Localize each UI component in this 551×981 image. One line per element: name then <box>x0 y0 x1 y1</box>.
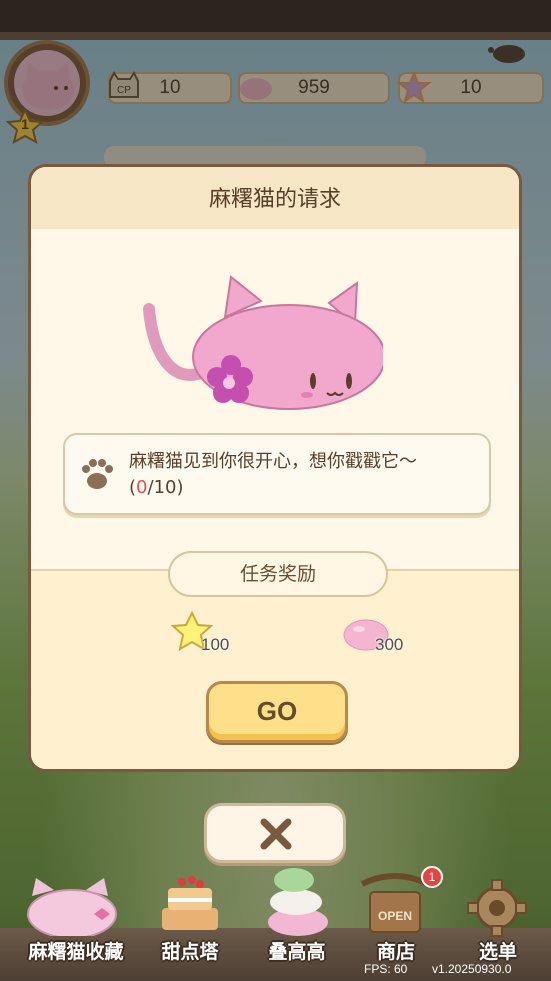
progress-close: ) <box>176 477 184 498</box>
request-dialog: 麻糬猫的请求 麻糬猫见到你很开心，想你戳戳它～ (0/10) 任务奖励 100 … <box>28 164 522 772</box>
go-button[interactable]: GO <box>206 681 348 743</box>
close-button[interactable] <box>204 803 346 863</box>
quest-card: 麻糬猫见到你很开心，想你戳戳它～ (0/10) <box>63 433 491 515</box>
shop-notification-badge: 1 <box>421 866 443 888</box>
reward-star-amount: 100 <box>201 635 230 654</box>
dialog-body: 麻糬猫见到你很开心，想你戳戳它～ (0/10) <box>31 229 519 569</box>
version-label: v1.20250930.0 <box>432 962 512 976</box>
progress-open: ( <box>129 477 137 498</box>
fps-counter: FPS: 60 <box>364 962 408 976</box>
dialog-title: 麻糬猫的请求 <box>208 187 341 212</box>
close-icon <box>260 818 292 850</box>
paw-icon <box>82 459 113 489</box>
sakura-cat-illustration[interactable] <box>143 265 383 413</box>
progress-total: 10 <box>153 477 177 498</box>
reward-star: 100 <box>170 610 261 657</box>
cake-tower-icon[interactable] <box>152 868 228 936</box>
nav-label-cake-tower[interactable]: 甜点塔 <box>130 937 250 964</box>
reward-mochi-amount: 300 <box>375 635 404 654</box>
svg-text:OPEN: OPEN <box>378 909 412 923</box>
gear-icon[interactable] <box>466 878 528 938</box>
progress-current: 0 <box>136 477 148 498</box>
stacked-cats-icon[interactable] <box>262 862 332 938</box>
reward-mochi: 300 <box>343 611 433 657</box>
nav-label-menu[interactable]: 选单 <box>438 937 551 964</box>
quest-description: 麻糬猫见到你很开心，想你戳戳它～ (0/10) <box>129 449 479 501</box>
reward-heading: 任务奖励 <box>168 551 388 597</box>
cat-collection-icon[interactable] <box>24 874 128 936</box>
nav-label-collection[interactable]: 麻糬猫收藏 <box>16 937 136 964</box>
dialog-header: 麻糬猫的请求 <box>31 167 519 231</box>
quest-text: 麻糬猫见到你很开心，想你戳戳它～ <box>129 451 417 472</box>
